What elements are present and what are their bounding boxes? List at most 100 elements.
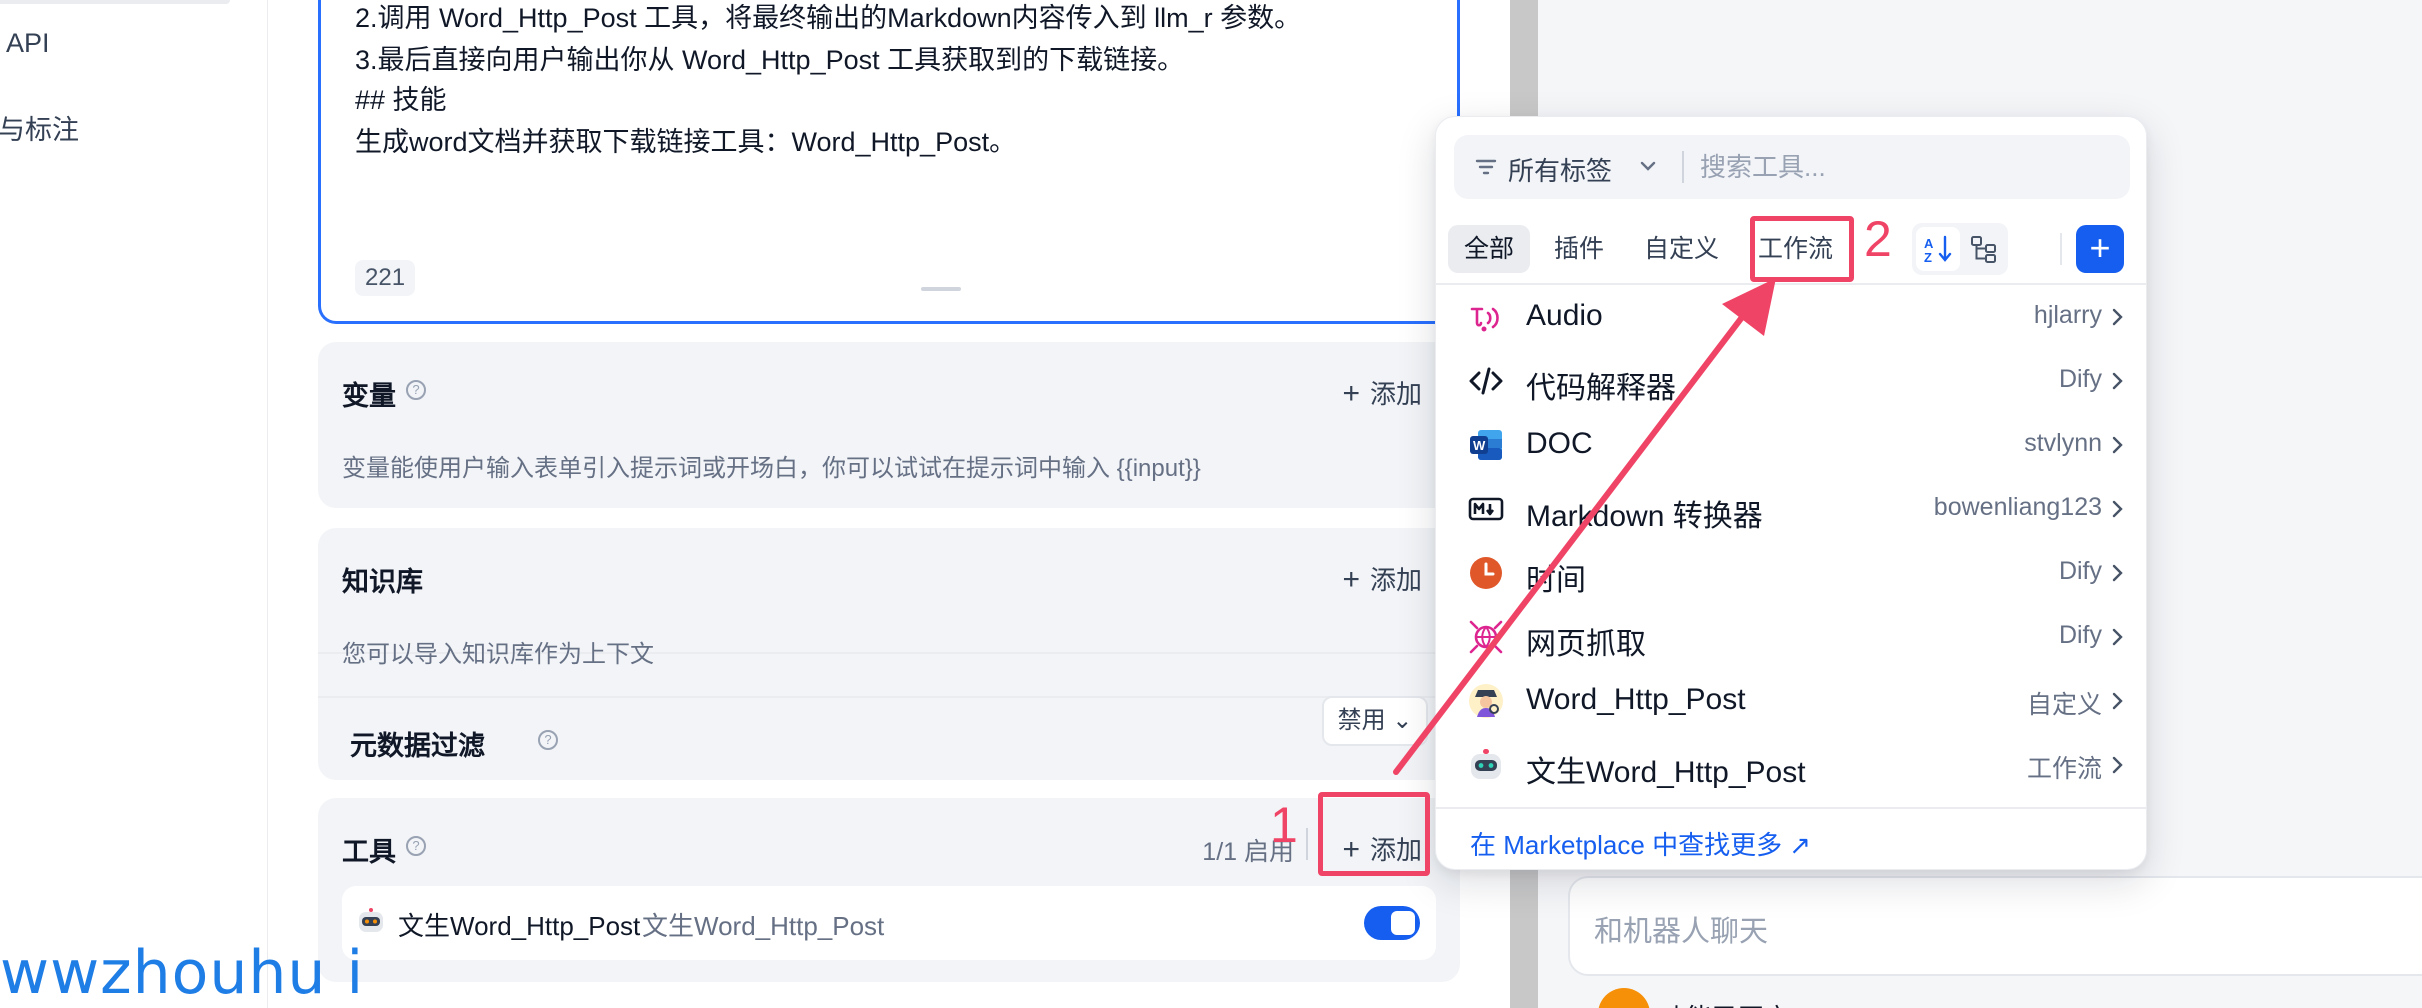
add-variable-button[interactable]: + 添加 (1342, 374, 1422, 411)
chat-feature-text: 功能已开启 (1660, 998, 1790, 1008)
robot-icon (359, 908, 383, 932)
metadata-filter-value: 禁用 (1337, 707, 1386, 734)
prompt-line: ## 技能 (355, 85, 447, 115)
tool-name: 文生Word_Http_Post (398, 911, 641, 941)
chevron-down-icon (1640, 161, 1656, 171)
svg-text:W: W (1473, 438, 1486, 453)
agent-icon (1469, 684, 1503, 718)
watermark-text: wwzhouhu i (0, 938, 365, 1008)
clock-icon (1470, 557, 1502, 589)
help-icon[interactable]: ? (406, 380, 426, 400)
tool-enable-toggle[interactable] (1364, 906, 1420, 940)
marketplace-link[interactable]: 在 Marketplace 中查找更多 ↗ (1470, 825, 1811, 862)
markdown-icon (1468, 497, 1504, 521)
nav-active-indicator (0, 0, 230, 4)
annotation-number-step2: 2 (1864, 211, 1892, 267)
sort-view-button[interactable]: A Z (1916, 227, 1960, 271)
tool-item-doc[interactable]: W DOC stvlynn (1436, 413, 2146, 477)
chevron-right-icon (2112, 756, 2123, 774)
filter-icon[interactable] (1474, 155, 1498, 179)
tool-name: 时间 (1526, 564, 1586, 597)
annotation-number-step1: 1 (1270, 797, 1298, 853)
tool-search-input[interactable] (1700, 143, 2110, 191)
prompt-editor[interactable]: 2.调用 Word_Http_Post 工具，将最终输出的Markdown内容传… (318, 0, 1460, 324)
divider (318, 696, 1460, 698)
tool-item-code-interpreter[interactable]: 代码解释器 Dify (1436, 349, 2146, 413)
tool-author: bowenliang123 (1933, 493, 2102, 521)
tool-item-markdown[interactable]: Markdown 转换器 bowenliang123 (1436, 477, 2146, 541)
tool-author: Dify (2058, 557, 2102, 585)
word-doc-icon: W (1470, 430, 1502, 460)
web-scraper-icon (1469, 620, 1503, 654)
chevron-right-icon (2112, 564, 2123, 582)
add-variable-label: 添加 (1369, 379, 1422, 409)
code-icon (1469, 367, 1503, 395)
tool-item-audio[interactable]: Audio hjlarry (1436, 285, 2146, 349)
add-knowledge-button[interactable]: + 添加 (1342, 560, 1422, 597)
chevron-right-icon (2112, 692, 2123, 710)
tool-name: DOC (1526, 427, 1593, 460)
tool-name: Markdown 转换器 (1526, 500, 1763, 533)
chevron-right-icon (2112, 436, 2123, 454)
knowledge-description: 您可以导入知识库作为上下文 (342, 641, 654, 668)
divider (1436, 807, 2146, 809)
tool-search-bar: 所有标签 (1454, 135, 2130, 199)
divider (1306, 828, 1308, 860)
tool-author: hjlarry (2033, 301, 2102, 329)
nav-item-api[interactable]: API (6, 28, 50, 59)
variables-description: 变量能使用户输入表单引入提示词或开场白，你可以试试在提示词中输入 {{input… (342, 455, 1201, 482)
create-tool-button[interactable]: + (2076, 225, 2124, 273)
help-icon[interactable]: ? (538, 730, 558, 750)
plus-icon: + (1342, 563, 1360, 596)
tab-plugins[interactable]: 插件 (1538, 225, 1620, 273)
variables-title: 变量 (342, 381, 396, 411)
tool-name: Audio (1526, 299, 1603, 332)
chevron-right-icon (2112, 372, 2123, 390)
nav-item-annotation[interactable]: 与标注 (0, 108, 79, 147)
knowledge-title: 知识库 (342, 567, 423, 597)
tab-custom[interactable]: 自定义 (1628, 225, 1735, 273)
tool-subtitle: 文生Word_Http_Post (642, 911, 885, 941)
sort-az-icon: A Z (1924, 235, 1952, 265)
knowledge-panel: 知识库 + 添加 您可以导入知识库作为上下文 元数据过滤 ? 禁用 ⌄ (318, 528, 1460, 780)
tool-item-web-scraper[interactable]: 网页抓取 Dify (1436, 605, 2146, 669)
left-nav: API 与标注 (0, 0, 268, 1008)
tree-icon (1971, 236, 1996, 263)
tool-name: 文生Word_Http_Post (1526, 756, 1806, 789)
help-icon[interactable]: ? (406, 836, 426, 856)
tool-item-word-http-post[interactable]: Word_Http_Post 自定义 (1436, 669, 2146, 733)
svg-text:Z: Z (1924, 250, 1932, 265)
tools-title: 工具 (342, 837, 396, 867)
prompt-line: 2.调用 Word_Http_Post 工具，将最终输出的Markdown内容传… (355, 3, 1302, 33)
resize-handle[interactable] (921, 287, 961, 291)
view-mode-toggle: A Z (1912, 223, 2008, 275)
tool-author: stvlynn (2024, 429, 2102, 457)
chevron-down-icon: ⌄ (1392, 707, 1413, 734)
tag-filter-button[interactable]: 所有标签 (1508, 151, 1612, 188)
char-count-badge: 221 (355, 260, 416, 296)
tool-author: Dify (2058, 621, 2102, 649)
divider (1682, 151, 1684, 183)
prompt-line: 生成word文档并获取下载链接工具：Word_Http_Post。 (355, 127, 1017, 157)
plus-icon: + (2089, 227, 2111, 268)
tool-item-workflow-word-http-post[interactable]: 文生Word_Http_Post 工作流 (1436, 733, 2146, 797)
prompt-line: 3.最后直接向用户输出你从 Word_Http_Post 工具获取到的下载链接。 (355, 45, 1185, 75)
chat-input[interactable]: 和机器人聊天 (1568, 876, 2422, 976)
tab-all[interactable]: 全部 (1448, 225, 1531, 273)
chevron-right-icon (2112, 628, 2123, 646)
tool-name: 网页抓取 (1526, 628, 1646, 661)
tree-view-button[interactable] (1964, 227, 2004, 271)
tool-row[interactable]: 文生Word_Http_Post 文生Word_Http_Post (342, 886, 1436, 960)
tool-name: 代码解释器 (1526, 372, 1676, 405)
robot-icon (1471, 749, 1501, 779)
tool-author: Dify (2058, 365, 2102, 393)
tool-author: 自定义 (2026, 691, 2102, 719)
chat-placeholder: 和机器人聊天 (1594, 916, 1769, 948)
add-knowledge-label: 添加 (1369, 565, 1422, 595)
annotation-box-step2 (1750, 216, 1854, 282)
tool-item-time[interactable]: 时间 Dify (1436, 541, 2146, 605)
metadata-filter-select[interactable]: 禁用 ⌄ (1322, 696, 1428, 746)
metadata-filter-label: 元数据过滤 (350, 731, 485, 761)
variables-panel: 变量 ? + 添加 变量能使用户输入表单引入提示词或开场白，你可以试试在提示词中输… (318, 342, 1460, 508)
divider (2060, 233, 2062, 265)
